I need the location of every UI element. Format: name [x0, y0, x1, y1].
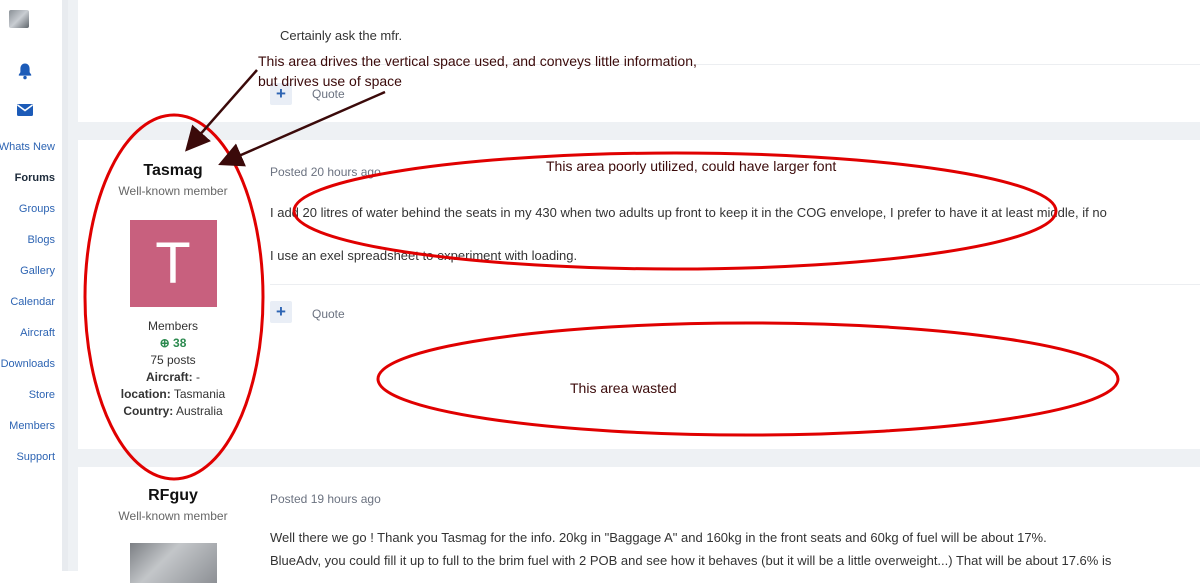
post-body-line: Well there we go ! Thank you Tasmag for … — [270, 530, 1047, 545]
nav-aircraft[interactable]: Aircraft — [20, 327, 55, 339]
plus-button[interactable]: + — [270, 83, 292, 105]
nav-support[interactable]: Support — [16, 451, 55, 463]
post-timestamp[interactable]: Posted 19 hours ago — [270, 492, 381, 506]
author-name[interactable]: Tasmag — [78, 162, 268, 180]
left-nav: Whats New Forums Groups Blogs Gallery Ca… — [0, 0, 62, 571]
member-group: Members — [147, 319, 198, 333]
avatar[interactable]: T — [129, 220, 217, 307]
author-title: Well-known member — [118, 509, 228, 523]
nav-members[interactable]: Members — [9, 420, 55, 432]
post-divider — [270, 284, 1200, 285]
avatar[interactable] — [129, 543, 217, 583]
post-divider — [270, 64, 1200, 65]
location-field: location: Tasmania — [120, 387, 226, 401]
nav-calendar[interactable]: Calendar — [10, 296, 55, 308]
country-field: Country: Australia — [123, 404, 223, 418]
nav-forums[interactable]: Forums — [15, 172, 55, 184]
user-avatar[interactable] — [9, 10, 29, 28]
nav-groups[interactable]: Groups — [19, 203, 55, 215]
post-body-line: I add 20 litres of water behind the seat… — [270, 205, 1107, 220]
plus-button[interactable]: + — [270, 301, 292, 323]
quote-button[interactable]: Quote — [312, 87, 345, 101]
plus-circle-icon: ⊕ — [159, 336, 170, 350]
reputation-value: 38 — [173, 336, 187, 350]
nav-gallery[interactable]: Gallery — [20, 265, 55, 277]
post-body-line: Certainly ask the mfr. — [280, 28, 403, 43]
thread-content: Certainly ask the mfr. + Quote Tasmag We… — [68, 0, 1200, 583]
quote-button[interactable]: Quote — [312, 307, 345, 321]
reputation-badge: ⊕ 38 — [78, 335, 268, 352]
post-timestamp[interactable]: Posted 20 hours ago — [270, 165, 381, 179]
post-body-line: BlueAdv, you could fill it up to full to… — [270, 553, 1112, 568]
author-name[interactable]: RFguy — [78, 487, 268, 505]
post-tasmag: Tasmag Well-known member T Members ⊕ 38 … — [78, 140, 1200, 449]
nav-store[interactable]: Store — [29, 389, 55, 401]
post-previous: Certainly ask the mfr. + Quote — [78, 0, 1200, 122]
post-count: 75 posts — [150, 353, 196, 367]
bell-icon[interactable] — [16, 62, 34, 80]
post-rfguy: RFguy Well-known member Posted 19 hours … — [78, 467, 1200, 583]
post-body-line: I use an exel spreadsheet to experiment … — [270, 248, 578, 263]
nav-blogs[interactable]: Blogs — [27, 234, 55, 246]
envelope-icon[interactable] — [16, 101, 34, 119]
author-panel: Tasmag Well-known member T Members ⊕ 38 … — [78, 162, 268, 420]
aircraft-field: Aircraft: - — [145, 370, 201, 384]
nav-downloads[interactable]: Downloads — [1, 358, 55, 370]
nav-whats-new[interactable]: Whats New — [0, 141, 55, 153]
author-panel: RFguy Well-known member — [78, 487, 268, 583]
author-title: Well-known member — [118, 184, 228, 198]
